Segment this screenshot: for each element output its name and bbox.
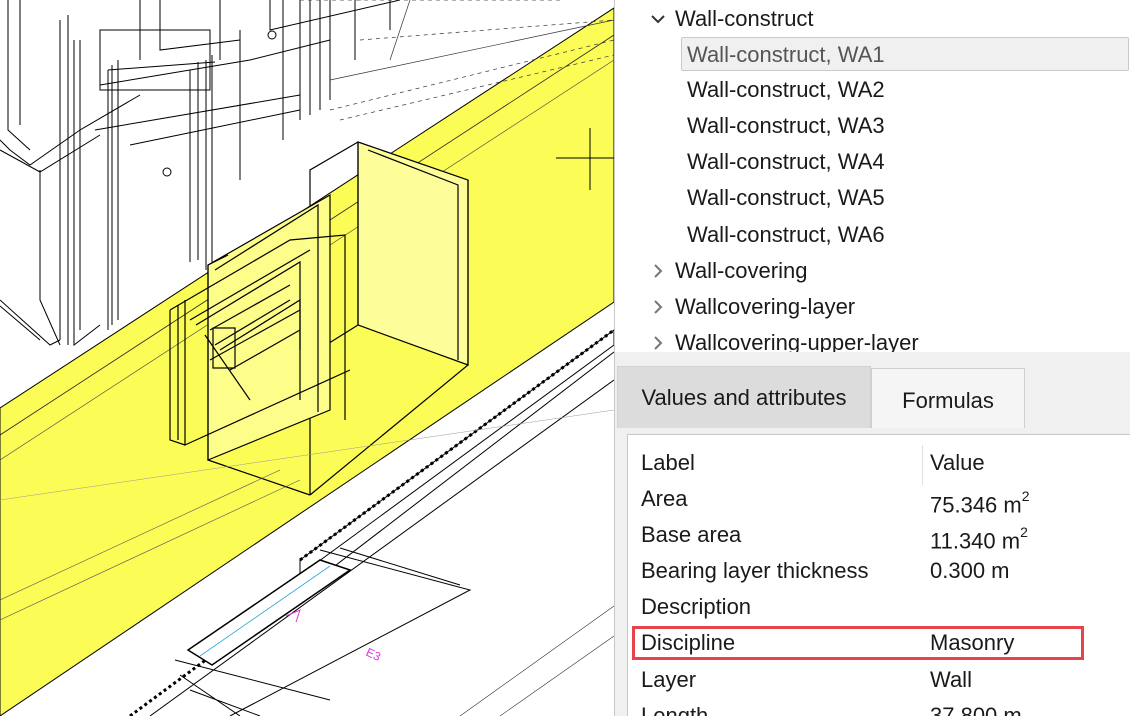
properties-panel: Wall-construct Wall-construct, WA1 Wall-… (614, 0, 1130, 716)
table-header: Label Value (628, 445, 1130, 481)
table-row[interactable]: Bearing layer thickness 0.300 m (628, 553, 1130, 589)
tree-item-label: Wall-construct, WA5 (687, 185, 885, 210)
chevron-right-icon[interactable] (647, 254, 669, 288)
tree-item-label: Wall-construct, WA6 (687, 222, 885, 247)
tree-item-wa2[interactable]: Wall-construct, WA2 (681, 73, 885, 107)
row-value: Wall (930, 667, 972, 692)
row-value: 37.800 m (930, 703, 1022, 716)
table-row[interactable]: Area 75.346 m2 (628, 481, 1130, 517)
object-tree: Wall-construct Wall-construct, WA1 Wall-… (615, 0, 1130, 352)
row-value: 0.300 m (930, 558, 1010, 583)
row-label: Base area (641, 522, 742, 547)
attributes-table: Label Value Area 75.346 m2 Base area 11.… (627, 434, 1130, 716)
tree-item-wa5[interactable]: Wall-construct, WA5 (681, 181, 885, 215)
row-label: Bearing layer thickness (641, 558, 869, 583)
tree-item-label: Wall-construct, WA2 (687, 77, 885, 102)
tab-values-and-attributes[interactable]: Values and attributes (617, 366, 871, 428)
row-label: Discipline (641, 630, 736, 655)
chevron-down-icon[interactable] (647, 2, 669, 36)
row-label: Layer (641, 667, 697, 692)
table-row-discipline[interactable]: Discipline Masonry (628, 625, 1130, 661)
tree-item-wa4[interactable]: Wall-construct, WA4 (681, 145, 885, 179)
tree-item-label: Wall-construct, WA3 (687, 113, 885, 138)
tab-formulas[interactable]: Formulas (871, 368, 1025, 428)
tree-item-wa3[interactable]: Wall-construct, WA3 (681, 109, 885, 143)
tree-item-wa6[interactable]: Wall-construct, WA6 (681, 218, 885, 252)
column-header-value[interactable]: Value (930, 445, 985, 481)
viewport-annotation-label: E3 (364, 645, 384, 664)
tree-item-label: Wall-construct, WA1 (687, 42, 885, 67)
tree-node-label: Wall-construct (675, 6, 814, 31)
chevron-right-icon[interactable] (647, 326, 669, 352)
tree-node-label: Wallcovering-upper-layer (675, 330, 919, 352)
wireframe-model: E3 (0, 0, 614, 716)
table-row[interactable]: Base area 11.340 m2 (628, 517, 1130, 553)
table-row[interactable]: Description (628, 589, 1130, 625)
row-label: Area (641, 486, 688, 511)
tree-node-label: Wallcovering-layer (675, 294, 856, 319)
row-label: Description (641, 594, 752, 619)
attributes-section: Values and attributes Formulas Label Val… (615, 352, 1130, 716)
tree-item-label: Wall-construct, WA4 (687, 149, 885, 174)
table-row[interactable]: Layer Wall (628, 662, 1130, 698)
tree-node-label: Wall-covering (675, 258, 808, 283)
cad-viewport[interactable]: E3 (0, 0, 614, 716)
row-label: Length (641, 703, 709, 716)
floor-opening-wireframe (174, 547, 472, 716)
tree-item-wa1[interactable]: Wall-construct, WA1 (681, 37, 1129, 71)
column-header-label[interactable]: Label (641, 445, 695, 481)
row-value: Masonry (930, 630, 1015, 655)
table-row[interactable]: Length 37.800 m (628, 698, 1130, 716)
chevron-right-icon[interactable] (647, 290, 669, 324)
